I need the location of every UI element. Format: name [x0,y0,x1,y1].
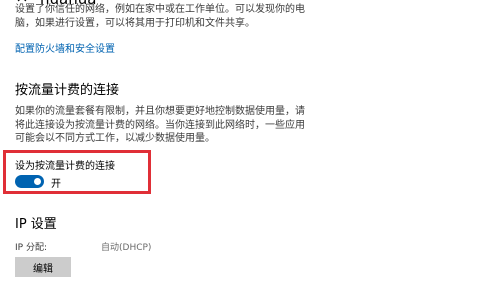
metered-connection-description: 如果你的流量套餐有限制，并且你想要更好地控制数据使用量，请 将此连接设为按流量计… [15,105,305,146]
ip-assignment-value: 自动(DHCP) [101,243,152,253]
description-line: 如果你的流量套餐有限制，并且你想要更好地控制数据使用量，请 [15,106,305,117]
description-line: 设置了你信任的网络，例如在家中或在工作单位。可以发现你的电 [15,4,305,15]
ip-assignment-label: IP 分配: [15,243,47,253]
description-line: 将此连接设为按流量计费的网络。当你连接到此网络时，一些应用 [15,119,305,131]
description-line: 脑，如果进行设置，可以将其用于打印机和文件共享。 [15,18,255,29]
network-profile-description: 设置了你信任的网络，例如在家中或在工作单位。可以发现你的电 脑，如果进行设置，可… [15,3,415,31]
toggle-knob [34,178,41,185]
metered-connection-toggle[interactable] [15,175,44,188]
firewall-settings-link[interactable]: 配置防火墙和安全设置 [15,40,115,55]
description-line: 可能会以不同方式工作，以减少数据使用量。 [15,133,215,144]
metered-connection-heading: 按流量计费的连接 [15,83,120,98]
edit-ip-button[interactable]: 编辑 [15,257,71,277]
toggle-state-text: 开 [51,179,61,190]
network-properties-page: huahua 设置了你信任的网络，例如在家中或在工作单位。可以发现你的电 脑，如… [0,0,500,281]
metered-toggle-label: 设为按流量计费的连接 [15,161,115,172]
ip-settings-heading: IP 设置 [15,217,57,232]
